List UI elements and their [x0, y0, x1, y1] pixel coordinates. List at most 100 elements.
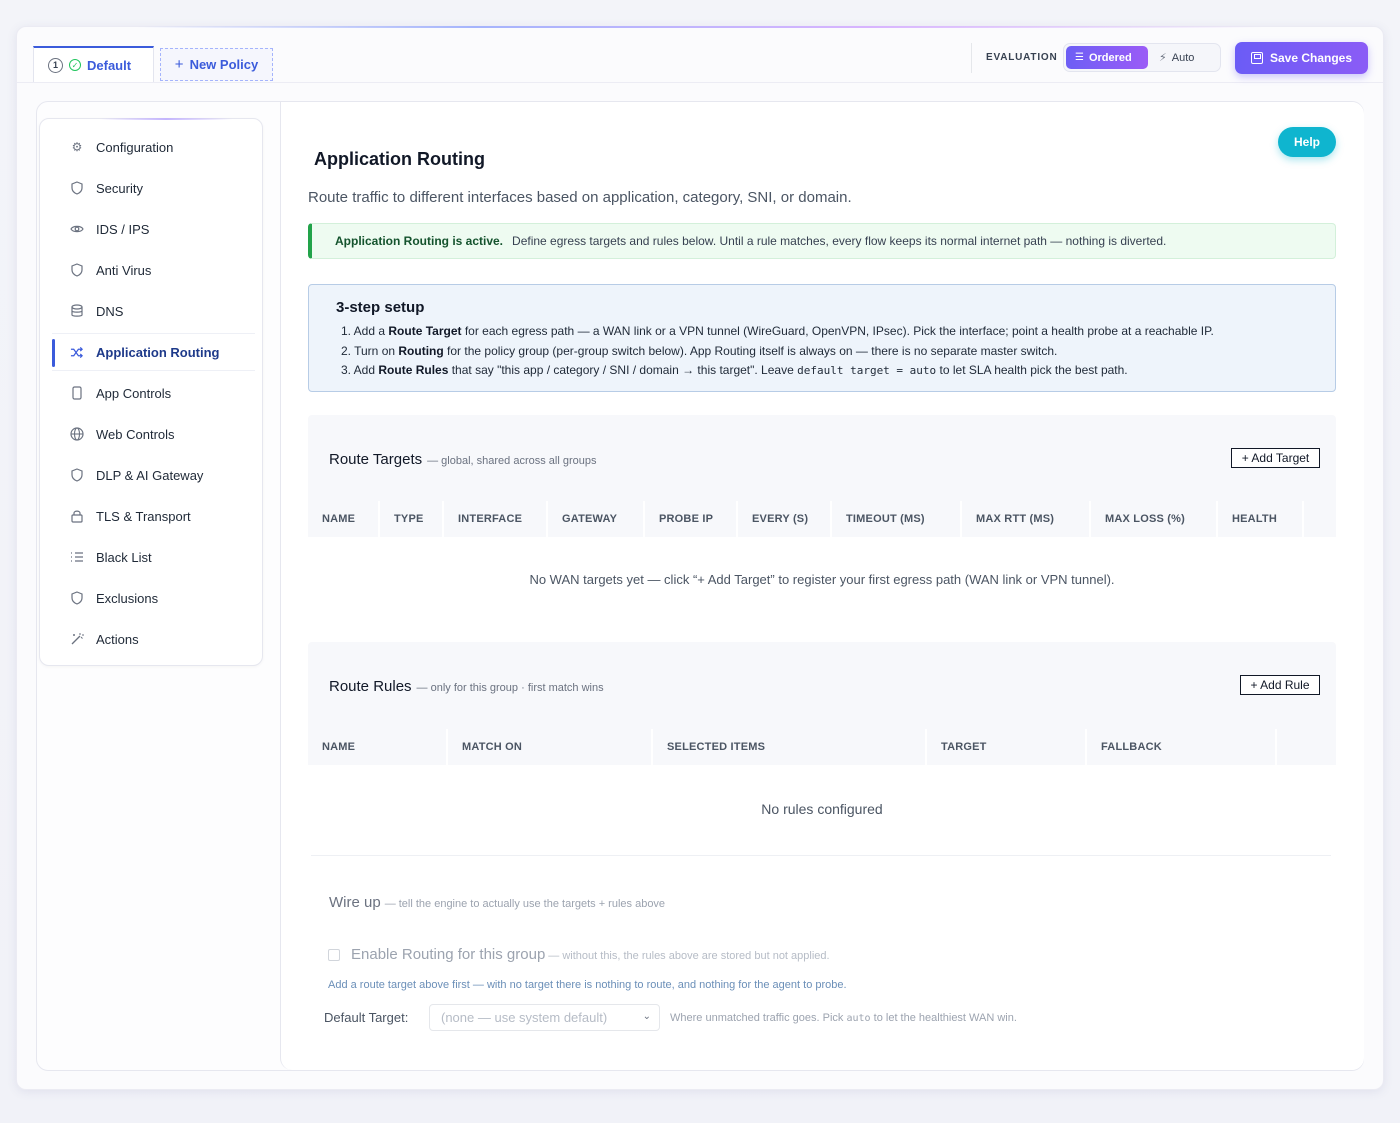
setup-step-3: 3. Add Route Rules that say "this app / … [336, 361, 1335, 381]
enable-routing-text: Enable Routing for this group — without t… [351, 946, 830, 964]
evaluation-ordered-button[interactable]: ☰ Ordered [1066, 46, 1148, 69]
wand-icon: ⚡ [1159, 52, 1167, 64]
sidebar: ⚙ Configuration Security IDS / IPS Anti … [39, 118, 263, 666]
main-panel: Help Application Routing Route traffic t… [280, 102, 1364, 1070]
gear-icon: ⚙ [71, 140, 83, 154]
sidebar-item-anti-virus[interactable]: Anti Virus [52, 251, 255, 289]
sidebar-item-tls-transport[interactable]: TLS & Transport [52, 497, 255, 535]
sidebar-item-label: IDS / IPS [96, 221, 150, 237]
column-header[interactable]: PROBE IP [645, 501, 738, 537]
sidebar-item-label: Application Routing [96, 344, 220, 360]
sidebar-item-label: App Controls [96, 385, 172, 401]
sidebar-item-dns[interactable]: DNS [52, 292, 255, 330]
enable-routing-label: Enable Routing for this group [351, 946, 546, 963]
section-title-text: Route Rules [329, 678, 412, 695]
column-header[interactable]: FALLBACK [1087, 729, 1277, 765]
default-target-note: Where unmatched traffic goes. Pick auto … [670, 1012, 1017, 1024]
new-policy-label: New Policy [189, 57, 259, 72]
column-header[interactable]: GATEWAY [548, 501, 645, 537]
save-icon [1250, 52, 1263, 64]
column-header[interactable]: NAME [308, 729, 448, 765]
default-target-select[interactable]: (none — use system default) ⌄ [429, 1004, 660, 1031]
divider [311, 855, 1331, 856]
ordered-label: Ordered [1088, 51, 1132, 64]
sidebar-item-configuration[interactable]: ⚙ Configuration [52, 128, 255, 166]
column-header[interactable]: TIMEOUT (MS) [832, 501, 962, 537]
new-policy-tab[interactable]: + New Policy [160, 48, 273, 81]
save-changes-button[interactable]: Save Changes [1235, 42, 1368, 74]
list-icon: ☰ [1075, 52, 1084, 63]
banner-text: Define egress targets and rules below. U… [512, 234, 1167, 248]
sidebar-item-security[interactable]: Security [52, 169, 255, 207]
sidebar-item-ids-ips[interactable]: IDS / IPS [52, 210, 255, 248]
sidebar-item-app-controls[interactable]: App Controls [52, 374, 255, 412]
sidebar-item-label: Black List [96, 549, 152, 565]
content-frame: ⚙ Configuration Security IDS / IPS Anti … [36, 101, 1364, 1071]
route-rules-section: Route Rules — only for this group · first… [308, 642, 1336, 852]
setup-step-1: 1. Add a Route Target for each egress pa… [336, 322, 1335, 342]
divider [971, 43, 972, 73]
note-text: to let the healthiest WAN win. [870, 1012, 1017, 1024]
setup-guide: 3-step setup 1. Add a Route Target for e… [308, 284, 1336, 392]
section-subtitle: — global, shared across all groups [427, 455, 597, 467]
column-header[interactable]: INTERFACE [444, 501, 548, 537]
tab-default-label: Default [87, 57, 132, 73]
column-header[interactable]: NAME [308, 501, 380, 537]
sidebar-item-label: Security [96, 180, 143, 196]
shield-icon [70, 591, 84, 605]
step-bold: Route Rules [378, 363, 449, 377]
add-target-button[interactable]: + Add Target [1231, 448, 1320, 468]
column-header[interactable]: HEALTH [1218, 501, 1304, 537]
add-rule-button[interactable]: + Add Rule [1240, 675, 1320, 695]
phone-icon [70, 386, 84, 400]
step-text: 2. Turn on [341, 343, 399, 358]
list-icon [70, 550, 84, 564]
sidebar-item-actions[interactable]: Actions [52, 620, 255, 658]
default-target-value: (none — use system default) [441, 1010, 608, 1025]
sidebar-item-application-routing[interactable]: Application Routing [52, 333, 255, 371]
column-header [1277, 729, 1336, 765]
column-header[interactable]: SELECTED ITEMS [653, 729, 927, 765]
sidebar-item-label: Actions [96, 631, 139, 647]
page-description: Route traffic to different interfaces ba… [308, 189, 852, 206]
route-rules-table-header: NAME MATCH ON SELECTED ITEMS TARGET FALL… [308, 729, 1336, 765]
shield-icon [70, 263, 84, 277]
enable-routing-subtitle: — without this, the rules above are stor… [548, 950, 830, 962]
column-header[interactable]: EVERY (S) [738, 501, 832, 537]
auto-label: Auto [1171, 51, 1195, 64]
help-button[interactable]: Help [1278, 127, 1336, 157]
check-circle-icon: ✓ [69, 59, 81, 71]
column-header[interactable]: MAX LOSS (%) [1091, 501, 1218, 537]
tab-default-policy[interactable]: 1 ✓ Default [33, 46, 154, 82]
column-header[interactable]: MATCH ON [448, 729, 653, 765]
section-title-text: Route Targets [329, 451, 423, 468]
step-bold: Routing [398, 343, 444, 358]
column-header[interactable]: MAX RTT (MS) [962, 501, 1091, 537]
column-header[interactable]: TYPE [380, 501, 444, 537]
routing-hint: Add a route target above first — with no… [328, 979, 847, 991]
sidebar-item-exclusions[interactable]: Exclusions [52, 579, 255, 617]
evaluation-auto-button[interactable]: ⚡ Auto [1150, 46, 1203, 69]
wire-up-title-text: Wire up [329, 894, 381, 911]
app-window: 1 ✓ Default + New Policy EVALUATION ☰ Or… [16, 26, 1384, 1090]
sidebar-item-dlp-ai-gateway[interactable]: DLP & AI Gateway [52, 456, 255, 494]
sidebar-item-label: DLP & AI Gateway [96, 467, 204, 483]
setup-step-2: 2. Turn on Routing for the policy group … [336, 342, 1335, 362]
banner-strong: Application Routing is active. [335, 234, 504, 248]
shield-icon [70, 181, 84, 195]
evaluation-toggle: ☰ Ordered ⚡ Auto [1063, 43, 1221, 72]
enable-routing-checkbox[interactable] [328, 949, 340, 961]
route-targets-table-header: NAME TYPE INTERFACE GATEWAY PROBE IP EVE… [308, 501, 1336, 537]
shuffle-icon [70, 345, 84, 359]
sidebar-item-label: Exclusions [96, 590, 159, 606]
column-header[interactable]: TARGET [927, 729, 1087, 765]
evaluation-label: EVALUATION [986, 52, 1058, 63]
wire-up-subtitle: — tell the engine to actually use the ta… [384, 898, 666, 910]
top-bar: 1 ✓ Default + New Policy EVALUATION ☰ Or… [17, 27, 1383, 83]
sidebar-item-web-controls[interactable]: Web Controls [52, 415, 255, 453]
sidebar-item-label: DNS [96, 303, 124, 319]
route-rules-title: Route Rules — only for this group · first… [329, 678, 604, 695]
sidebar-item-black-list[interactable]: Black List [52, 538, 255, 576]
page-title: Application Routing [314, 149, 485, 169]
enable-routing-row: Enable Routing for this group — without t… [328, 946, 830, 964]
